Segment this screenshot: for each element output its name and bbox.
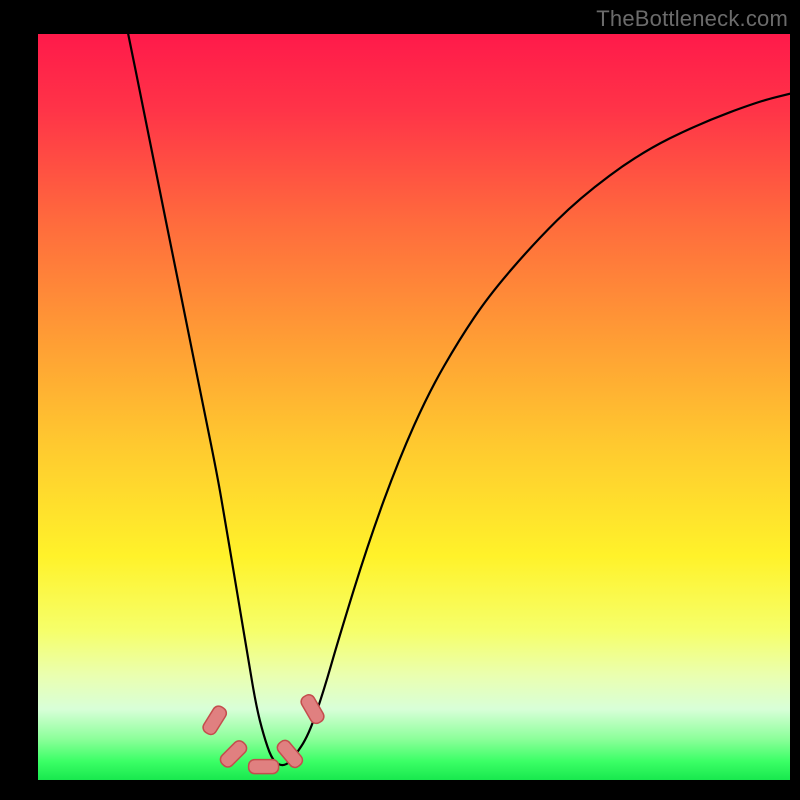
plot-area (38, 34, 790, 780)
watermark-text: TheBottleneck.com (596, 6, 788, 32)
curve-marker (249, 760, 279, 774)
chart-svg (38, 34, 790, 780)
outer-frame: TheBottleneck.com (0, 0, 800, 800)
